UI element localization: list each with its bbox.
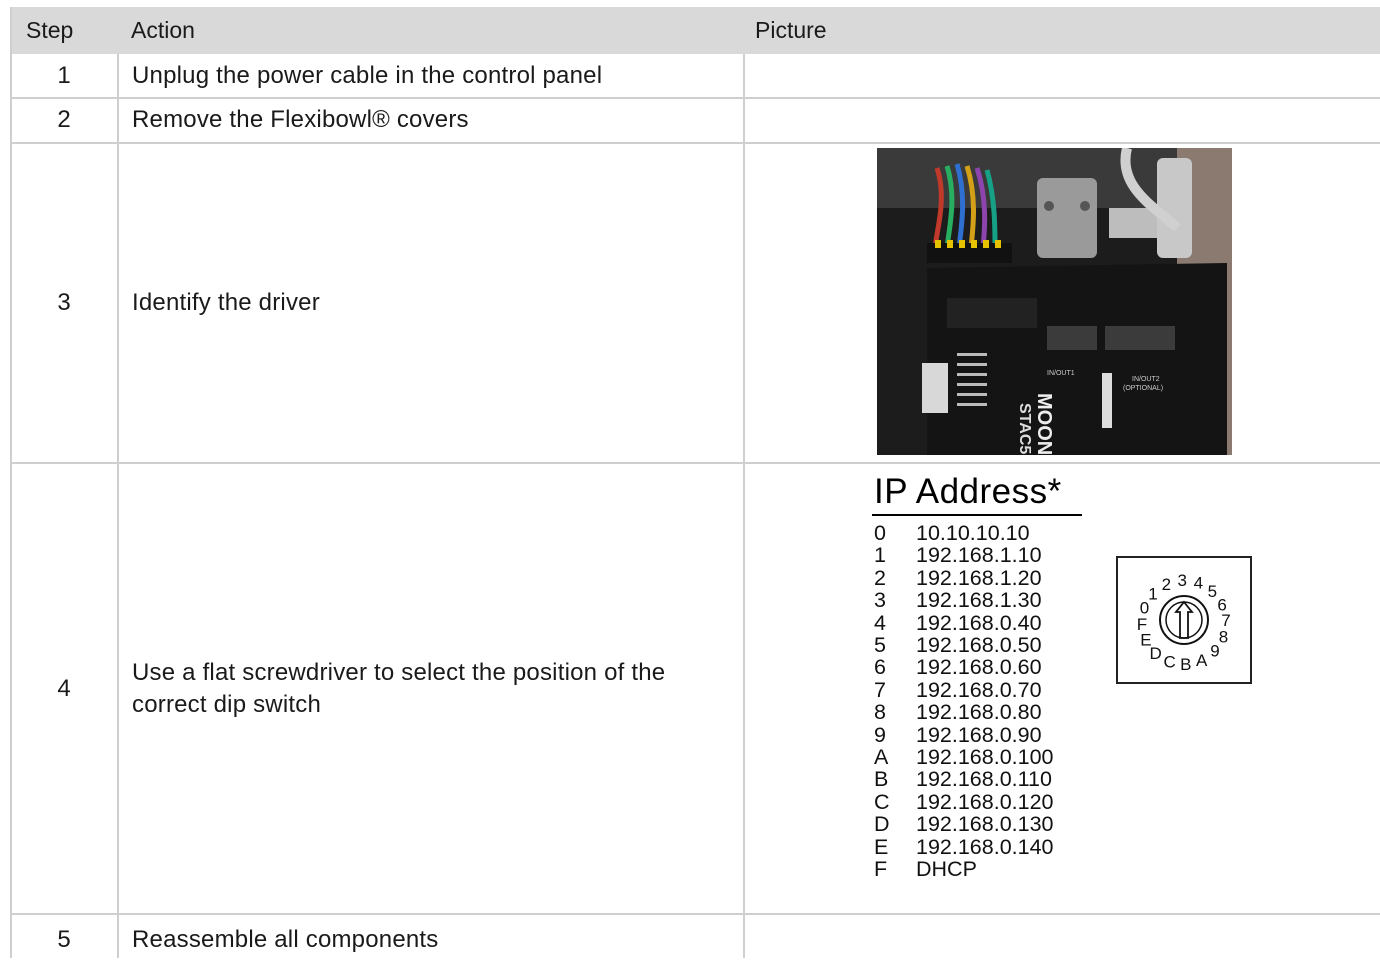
driver-inout1-label: IN/OUT1 [1047, 370, 1075, 377]
ip-address-row: 7 192.168.0.70 [874, 677, 1042, 702]
driver-photo: MOONS STAC5 IN/OUT1 IN/OUT2 (OPTIONAL) [877, 148, 1232, 455]
ip-address-value: 192.168.0.80 [916, 700, 1042, 725]
switch-position: 2 [874, 565, 886, 590]
ip-address-value: 192.168.0.90 [916, 722, 1042, 747]
ip-address-row: C 192.168.0.120 [874, 789, 1054, 814]
switch-position: 3 [874, 588, 886, 613]
switch-position: 6 [874, 655, 886, 680]
dial-position-label: F [1137, 615, 1147, 634]
driver-inout2-label: IN/OUT2 [1132, 376, 1160, 383]
dial-position-label: 4 [1194, 574, 1203, 593]
driver-model-label: STAC5 [1016, 403, 1033, 455]
ip-address-row: 3 192.168.1.30 [874, 588, 1042, 613]
rotary-dip-switch: 0123456789ABCDEF [1116, 556, 1252, 684]
ip-address-row: 2 192.168.1.20 [874, 565, 1042, 590]
header-step: Step [26, 17, 74, 43]
column-divider-action [743, 54, 745, 958]
ip-address-value: 192.168.0.40 [916, 610, 1042, 635]
step-number: 3 [57, 289, 71, 316]
ip-address-value: 192.168.0.50 [916, 633, 1042, 657]
ip-address-value: 192.168.1.20 [916, 565, 1042, 590]
step-action: Remove the Flexibowl® covers [132, 106, 469, 133]
ip-address-row: A 192.168.0.100 [874, 745, 1054, 769]
ip-address-row: 6 192.168.0.60 [874, 655, 1042, 680]
ip-address-value: 192.168.0.120 [916, 789, 1054, 814]
ip-address-row: B 192.168.0.110 [874, 767, 1052, 792]
step-action: Use a flat screwdriver to select the pos… [132, 658, 666, 718]
dial-position-label: 9 [1210, 641, 1219, 660]
driver-brand-label: MOONS [1033, 393, 1055, 455]
switch-position: 5 [874, 633, 886, 657]
dial-position-label: B [1180, 655, 1191, 674]
ip-address-row: D 192.168.0.130 [874, 812, 1054, 837]
dial-position-label: 5 [1208, 582, 1217, 601]
dial-position-label: 3 [1177, 571, 1186, 590]
switch-position: 1 [874, 543, 886, 568]
ip-address-row: 5 192.168.0.50 [874, 633, 1042, 657]
switch-position: 9 [874, 722, 886, 747]
ip-address-diagram: IP Address* 0 10.10.10.10 1 192.168.1.10 2 19… [866, 470, 1266, 890]
switch-position: F [874, 857, 888, 881]
ip-address-value: 192.168.0.130 [916, 812, 1054, 837]
header-action: Action [131, 17, 195, 43]
dial-position-label: 8 [1219, 627, 1228, 646]
dial-position-label: C [1163, 653, 1175, 672]
switch-position: B [874, 767, 889, 792]
ip-address-value: 192.168.0.70 [916, 677, 1042, 702]
title-underline [872, 514, 1082, 516]
switch-position: 4 [874, 610, 886, 635]
step-action: Unplug the power cable in the control pa… [132, 62, 603, 89]
switch-position: E [874, 834, 889, 859]
switch-position: C [874, 789, 890, 814]
step-number: 4 [57, 674, 71, 702]
ip-address-value: 10.10.10.10 [916, 521, 1030, 545]
dial-position-label: 2 [1162, 575, 1171, 594]
ip-address-value: 192.168.1.30 [916, 588, 1042, 613]
switch-position: 7 [874, 677, 886, 702]
ip-address-value: DHCP [916, 857, 977, 881]
ip-address-row: 8 192.168.0.80 [874, 700, 1042, 725]
ip-address-value: 192.168.0.60 [916, 655, 1042, 680]
ip-address-row: 1 192.168.1.10 [874, 543, 1042, 568]
switch-position: 0 [874, 521, 886, 545]
step-number: 1 [57, 62, 71, 89]
dial-position-label: 1 [1148, 585, 1157, 604]
step-action: Identify the driver [132, 289, 320, 316]
switch-position: 8 [874, 700, 886, 725]
switch-position: D [874, 812, 890, 837]
rotary-switch-icon: 012 3 4 56789ABCDEF [1137, 571, 1231, 674]
ip-address-row: 9 192.168.0.90 [874, 722, 1042, 747]
step-number: 2 [57, 106, 71, 133]
ip-address-row: 0 10.10.10.10 [874, 521, 1030, 545]
ip-address-title: IP Address* [874, 472, 1062, 511]
ip-address-row: E 192.168.0.140 [874, 834, 1054, 859]
driver-optional-label: (OPTIONAL) [1123, 385, 1164, 392]
dial-position-label: A [1196, 651, 1208, 670]
ip-address-row: F DHCP [874, 857, 977, 881]
ip-address-row: 4 192.168.0.40 [874, 610, 1042, 635]
ip-address-value: 192.168.1.10 [916, 543, 1042, 568]
switch-position: A [874, 745, 889, 769]
ip-address-value: 192.168.0.110 [916, 767, 1052, 792]
header-picture: Picture [755, 17, 827, 43]
ip-address-value: 192.168.0.140 [916, 834, 1054, 859]
ip-address-value: 192.168.0.100 [916, 745, 1054, 769]
